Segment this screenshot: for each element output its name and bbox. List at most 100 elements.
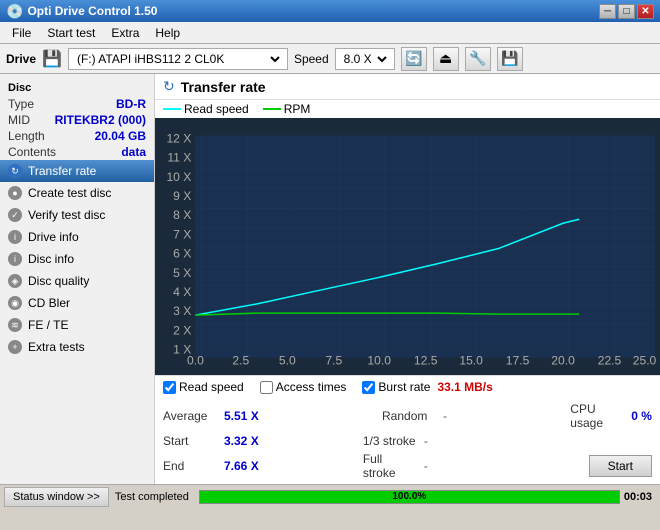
disc-mid-key: MID	[8, 113, 30, 127]
transfer-rate-icon: ↻	[8, 164, 22, 178]
stat-random-label: Random	[382, 409, 437, 423]
sidebar-item-transfer-rate[interactable]: ↻ Transfer rate	[0, 160, 154, 182]
app-icon: 💿	[6, 3, 23, 20]
status-window-button[interactable]: Status window >>	[4, 487, 109, 507]
stats-row-1: Average 5.51 X Random - CPU usage 0 %	[163, 400, 652, 432]
disc-type-key: Type	[8, 97, 34, 111]
cb-read-speed-input[interactable]	[163, 381, 176, 394]
svg-text:2 X: 2 X	[173, 323, 191, 337]
disc-contents-row: Contents data	[0, 144, 154, 160]
sidebar-item-drive-info[interactable]: i Drive info	[0, 226, 154, 248]
minimize-button[interactable]: ─	[599, 4, 616, 19]
stat-average: Average 5.51 X	[163, 402, 259, 430]
cb-burst-rate-label: Burst rate	[378, 380, 430, 394]
sidebar-item-disc-info[interactable]: i Disc info	[0, 248, 154, 270]
disc-section-label: Disc	[0, 78, 154, 96]
svg-text:3 X: 3 X	[173, 304, 191, 318]
app-title: Opti Drive Control 1.50	[27, 4, 599, 18]
disc-mid-val: RITEKBR2 (000)	[55, 113, 146, 127]
disc-contents-key: Contents	[8, 145, 56, 159]
svg-text:0.0: 0.0	[187, 354, 204, 368]
svg-text:2.5: 2.5	[232, 354, 249, 368]
legend-rpm: RPM	[263, 102, 311, 116]
menu-start-test[interactable]: Start test	[39, 24, 103, 42]
svg-text:4 X: 4 X	[173, 285, 191, 299]
disc-info-label: Disc info	[28, 252, 74, 266]
start-button[interactable]: Start	[589, 455, 652, 477]
stat-1-3-stroke: 1/3 stroke -	[363, 434, 428, 448]
sidebar-item-disc-quality[interactable]: ◈ Disc quality	[0, 270, 154, 292]
legend-cyan-line	[163, 108, 181, 110]
disc-contents-val: data	[121, 145, 146, 159]
verify-test-disc-icon: ✓	[8, 208, 22, 222]
stat-start: Start 3.32 X	[163, 434, 259, 448]
stats-area: Average 5.51 X Random - CPU usage 0 % St…	[155, 398, 660, 484]
stats-row-3: End 7.66 X Full stroke - Start	[163, 450, 652, 482]
main-layout: Disc Type BD-R MID RITEKBR2 (000) Length…	[0, 74, 660, 484]
stat-full-stroke-label: Full stroke	[363, 452, 418, 480]
svg-text:10.0: 10.0	[367, 354, 391, 368]
cb-access-times-label: Access times	[276, 380, 347, 394]
menu-file[interactable]: File	[4, 24, 39, 42]
speed-label: Speed	[294, 52, 329, 66]
close-button[interactable]: ✕	[637, 4, 654, 19]
cb-burst-rate-input[interactable]	[362, 381, 375, 394]
menu-help[interactable]: Help	[147, 24, 188, 42]
eject-button[interactable]: ⏏	[433, 47, 459, 71]
burst-rate-value: 33.1 MB/s	[437, 380, 492, 394]
stat-1-3-stroke-label: 1/3 stroke	[363, 434, 418, 448]
disc-type-val: BD-R	[116, 97, 146, 111]
svg-text:17.5: 17.5	[506, 354, 530, 368]
sidebar-item-extra-tests[interactable]: + Extra tests	[0, 336, 154, 358]
stat-1-3-stroke-val: -	[424, 434, 428, 448]
stat-end-val: 7.66 X	[224, 459, 259, 473]
menu-bar: File Start test Extra Help	[0, 22, 660, 44]
chart-title: Transfer rate	[181, 79, 266, 95]
content-area: ↻ Transfer rate Read speed RPM	[155, 74, 660, 484]
stat-cpu-label: CPU usage	[570, 402, 625, 430]
disc-info-icon: i	[8, 252, 22, 266]
svg-text:7.5: 7.5	[325, 354, 342, 368]
svg-text:11 X: 11 X	[167, 151, 191, 165]
legend-read-speed: Read speed	[163, 102, 249, 116]
maximize-button[interactable]: □	[618, 4, 635, 19]
refresh-button[interactable]: 🔄	[401, 47, 427, 71]
disc-length-val: 20.04 GB	[95, 129, 146, 143]
settings-button[interactable]: 🔧	[465, 47, 491, 71]
menu-extra[interactable]: Extra	[103, 24, 147, 42]
cb-access-times[interactable]: Access times	[260, 380, 347, 394]
cd-bler-label: CD Bler	[28, 296, 70, 310]
stat-random: Random -	[382, 402, 447, 430]
svg-text:12.5: 12.5	[414, 354, 438, 368]
sidebar-item-cd-bler[interactable]: ◉ CD Bler	[0, 292, 154, 314]
svg-text:12 X: 12 X	[166, 131, 191, 145]
sidebar-item-create-test-disc[interactable]: ● Create test disc	[0, 182, 154, 204]
svg-text:15.0: 15.0	[459, 354, 483, 368]
drive-bar: Drive 💾 (F:) ATAPI iHBS112 2 CL0K Speed …	[0, 44, 660, 74]
drive-icon: 💾	[42, 49, 62, 69]
stat-end-label: End	[163, 459, 218, 473]
sidebar-item-fe-te[interactable]: ≋ FE / TE	[0, 314, 154, 336]
disc-quality-label: Disc quality	[28, 274, 89, 288]
status-text: Test completed	[109, 491, 195, 503]
cb-access-times-input[interactable]	[260, 381, 273, 394]
drive-select-input[interactable]: (F:) ATAPI iHBS112 2 CL0K	[73, 51, 283, 67]
elapsed-time: 00:03	[624, 491, 656, 503]
save-button[interactable]: 💾	[497, 47, 523, 71]
checkboxes-row: Read speed Access times Burst rate 33.1 …	[155, 375, 660, 398]
speed-select-input[interactable]: 8.0 X	[340, 51, 390, 67]
svg-text:7 X: 7 X	[173, 227, 191, 241]
chart-legend: Read speed RPM	[155, 100, 660, 118]
speed-selector[interactable]: 8.0 X	[335, 48, 395, 70]
cb-burst-rate[interactable]: Burst rate 33.1 MB/s	[362, 380, 492, 394]
start-btn-container: Start	[532, 455, 652, 477]
title-bar: 💿 Opti Drive Control 1.50 ─ □ ✕	[0, 0, 660, 22]
disc-quality-icon: ◈	[8, 274, 22, 288]
cb-read-speed[interactable]: Read speed	[163, 380, 244, 394]
stat-cpu-val: 0 %	[631, 409, 652, 423]
sidebar-item-verify-test-disc[interactable]: ✓ Verify test disc	[0, 204, 154, 226]
create-test-disc-icon: ●	[8, 186, 22, 200]
drive-selector[interactable]: (F:) ATAPI iHBS112 2 CL0K	[68, 48, 288, 70]
stat-start-label: Start	[163, 434, 218, 448]
stat-random-val: -	[443, 409, 447, 423]
